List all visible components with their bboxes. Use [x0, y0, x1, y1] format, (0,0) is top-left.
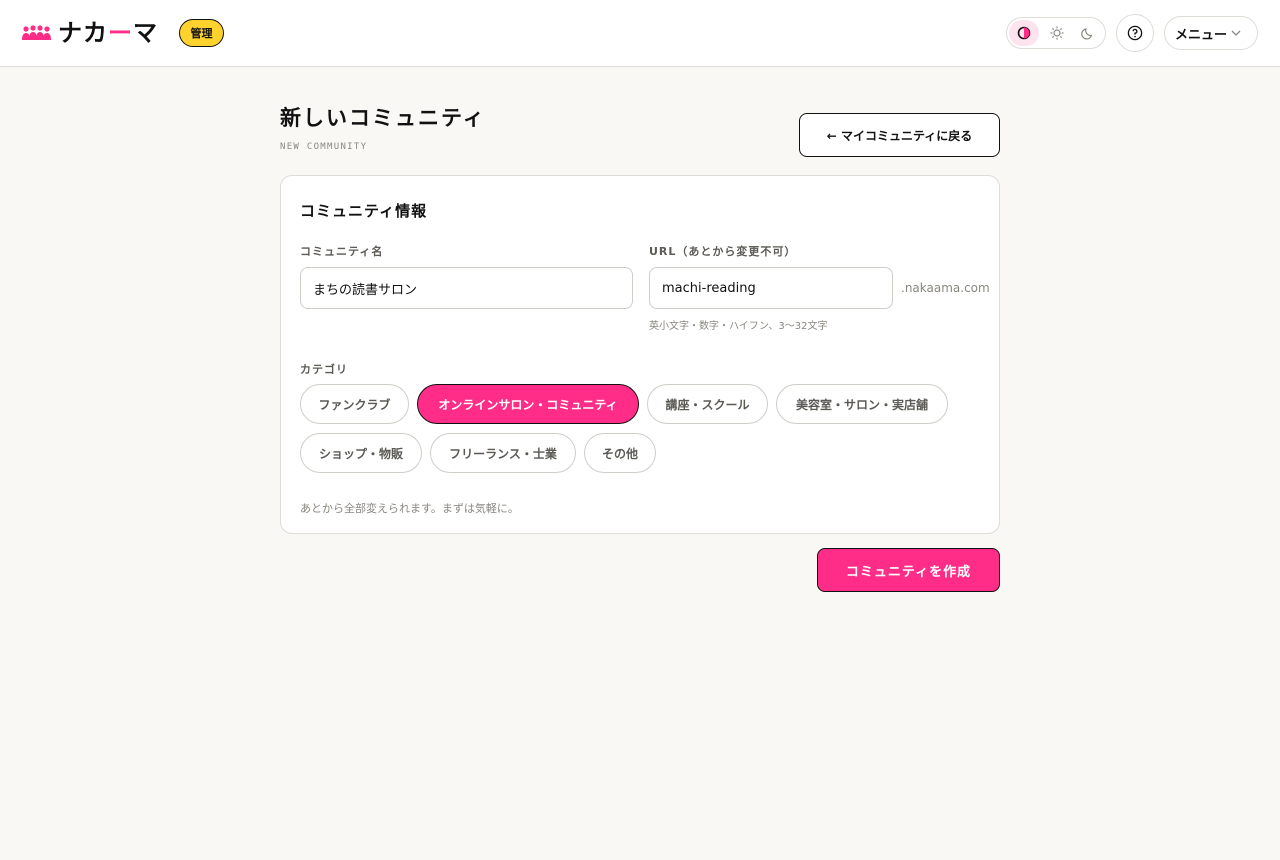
- footer-note: あとから全部変えられます。まずは気軽に。: [300, 502, 519, 515]
- url-label: URL（あとから変更不可）: [649, 245, 797, 258]
- category-chip-other[interactable]: その他: [584, 433, 656, 473]
- section-title: コミュニティ情報: [300, 202, 428, 220]
- page-subtitle: NEW COMMUNITY: [280, 142, 368, 152]
- category-chip-fanclub[interactable]: ファンクラブ: [300, 384, 409, 424]
- contrast-icon[interactable]: [1009, 20, 1039, 46]
- url-hint: 英小文字・数字・ハイフン、3〜32文字: [649, 321, 828, 332]
- community-name-label: コミュニティ名: [300, 245, 384, 258]
- category-label: カテゴリ: [300, 363, 348, 376]
- url-suffix: .nakaama.com: [901, 281, 990, 295]
- category-chip-freelance[interactable]: フリーランス・士業: [430, 433, 576, 473]
- category-chip-online-salon[interactable]: オンラインサロン・コミュニティ: [417, 384, 639, 424]
- back-to-my-communities-button[interactable]: ← マイコミュニティに戻る: [799, 113, 1000, 157]
- brand-name: ナカーマ: [58, 19, 158, 47]
- people-icon: [22, 25, 51, 40]
- menu-label: メニュー: [1175, 27, 1228, 43]
- help-icon: [1127, 25, 1143, 41]
- category-chip-school[interactable]: 講座・スクール: [647, 384, 768, 424]
- help-button[interactable]: [1116, 14, 1154, 52]
- community-info-card: コミュニティ情報 コミュニティ名 URL（あとから変更不可） .nakaama.…: [280, 175, 1000, 534]
- admin-badge: 管理: [179, 19, 224, 47]
- moon-icon[interactable]: [1073, 20, 1103, 46]
- top-bar: ナカーマ 管理 メニュー: [0, 0, 1280, 67]
- theme-toggle: [1006, 17, 1106, 49]
- category-chip-shop[interactable]: ショップ・物販: [300, 433, 422, 473]
- sun-icon[interactable]: [1042, 20, 1072, 46]
- create-community-button[interactable]: コミュニティを作成: [817, 548, 1000, 592]
- category-chip-salon-store[interactable]: 美容室・サロン・実店舗: [776, 384, 948, 424]
- community-name-input[interactable]: [300, 267, 633, 309]
- brand-logo[interactable]: ナカーマ: [22, 19, 158, 47]
- chevron-down-icon: [1231, 30, 1241, 36]
- page-title: 新しいコミュニティ: [280, 106, 486, 130]
- menu-button[interactable]: メニュー: [1164, 16, 1258, 50]
- url-input[interactable]: [649, 267, 893, 309]
